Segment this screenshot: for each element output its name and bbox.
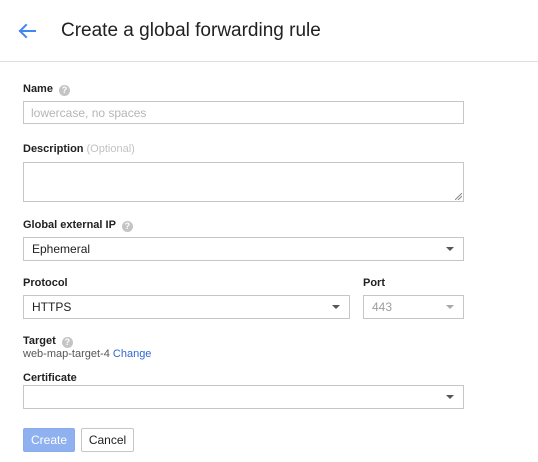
chevron-down-icon (446, 395, 454, 399)
name-label: Name? (23, 82, 70, 96)
description-label: Description (Optional) (23, 142, 135, 156)
chevron-down-icon (446, 247, 454, 251)
change-target-link[interactable]: Change (113, 348, 152, 360)
name-input[interactable] (23, 101, 464, 124)
description-label-text: Description (23, 143, 84, 155)
port-label: Port (363, 277, 385, 289)
help-icon[interactable]: ? (121, 221, 133, 232)
port-select: 443 (363, 295, 464, 319)
optional-hint: (Optional) (86, 143, 135, 155)
certificate-label: Certificate (23, 372, 77, 384)
target-value: web-map-target-4 (23, 348, 110, 360)
cancel-button[interactable]: Cancel (81, 428, 134, 452)
protocol-label: Protocol (23, 277, 68, 289)
description-textarea[interactable] (23, 162, 464, 202)
protocol-select[interactable]: HTTPS (23, 295, 350, 319)
page-header: Create a global forwarding rule (0, 0, 538, 62)
global-ip-label: Global external IP? (23, 218, 133, 232)
page-title: Create a global forwarding rule (61, 20, 321, 41)
certificate-select[interactable] (23, 385, 464, 409)
port-selected-value: 443 (372, 300, 393, 314)
help-icon[interactable]: ? (58, 85, 70, 96)
global-ip-select[interactable]: Ephemeral (23, 237, 464, 261)
global-ip-selected-value: Ephemeral (32, 242, 91, 256)
arrow-left-icon (18, 23, 36, 39)
chevron-down-icon (332, 305, 340, 309)
target-label: Target? (23, 334, 73, 348)
name-label-text: Name (23, 83, 53, 95)
chevron-down-icon (446, 305, 454, 309)
global-ip-label-text: Global external IP (23, 219, 116, 231)
create-button[interactable]: Create (23, 428, 75, 452)
target-value-row: web-map-target-4 Change (23, 348, 151, 360)
resize-handle-icon[interactable] (455, 193, 462, 200)
target-label-text: Target (23, 335, 56, 347)
help-icon[interactable]: ? (61, 337, 73, 348)
back-button[interactable] (14, 18, 40, 44)
description-field-wrapper (23, 162, 464, 202)
protocol-selected-value: HTTPS (32, 300, 72, 314)
